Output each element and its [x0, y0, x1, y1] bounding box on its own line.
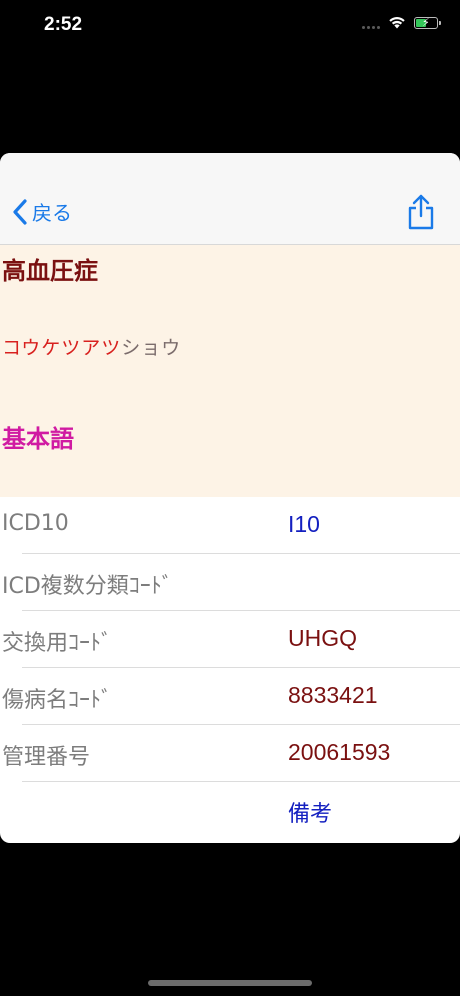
term-reading-suffix: ショウ	[121, 337, 182, 359]
exchange-code-label: 交換用ｺｰﾄﾞ	[2, 631, 113, 656]
wifi-icon	[389, 17, 405, 29]
back-button[interactable]: 戻る	[12, 197, 72, 226]
management-number-value: 20061593	[288, 739, 391, 765]
term-title: 高血圧症	[2, 256, 98, 285]
row-icd-multi: ICD複数分類ｺｰﾄﾞ	[0, 554, 460, 611]
status-time: 2:52	[44, 14, 83, 35]
icd10-label: ICD10	[2, 511, 69, 536]
navigation-bar: 戻る	[0, 153, 460, 245]
exchange-code-value: UHGQ	[288, 625, 357, 651]
term-category: 基本語	[2, 424, 74, 453]
home-indicator[interactable]	[148, 980, 312, 986]
row-disease-code: 傷病名ｺｰﾄﾞ 8833421	[0, 668, 460, 725]
management-number-label: 管理番号	[2, 745, 91, 770]
row-icd10: ICD10 I10	[0, 497, 460, 554]
row-notes: 備考	[0, 782, 460, 839]
back-label: 戻る	[32, 201, 72, 225]
chevron-left-icon	[13, 198, 27, 225]
status-icons: ⚡	[362, 15, 441, 29]
share-button[interactable]	[406, 193, 436, 235]
icd10-value: I10	[288, 511, 320, 537]
row-management-number: 管理番号 20061593	[0, 725, 460, 782]
share-icon	[408, 194, 434, 230]
row-exchange-code: 交換用ｺｰﾄﾞ UHGQ	[0, 611, 460, 668]
term-reading: コウケツアツショウ	[2, 333, 181, 360]
detail-list: ICD10 I10 ICD複数分類ｺｰﾄﾞ 交換用ｺｰﾄﾞ UHGQ 傷病名ｺｰ…	[0, 497, 460, 839]
battery-icon: ⚡	[414, 15, 441, 29]
status-bar: 2:52 ⚡	[0, 0, 460, 52]
icd-multi-label: ICD複数分類ｺｰﾄﾞ	[2, 574, 173, 599]
term-header: 高血圧症 コウケツアツショウ 基本語	[0, 245, 460, 497]
notes-link[interactable]: 備考	[288, 796, 332, 828]
term-reading-stem: コウケツアツ	[2, 337, 122, 359]
detail-sheet: 戻る 高血圧症 コウケツアツショウ 基本語 ICD10 I10 ICD複数分類ｺ…	[0, 153, 460, 843]
cellular-signal-icon	[362, 17, 380, 29]
disease-code-label: 傷病名ｺｰﾄﾞ	[2, 688, 113, 713]
charging-bolt-icon: ⚡	[422, 15, 430, 29]
disease-code-value: 8833421	[288, 682, 378, 708]
